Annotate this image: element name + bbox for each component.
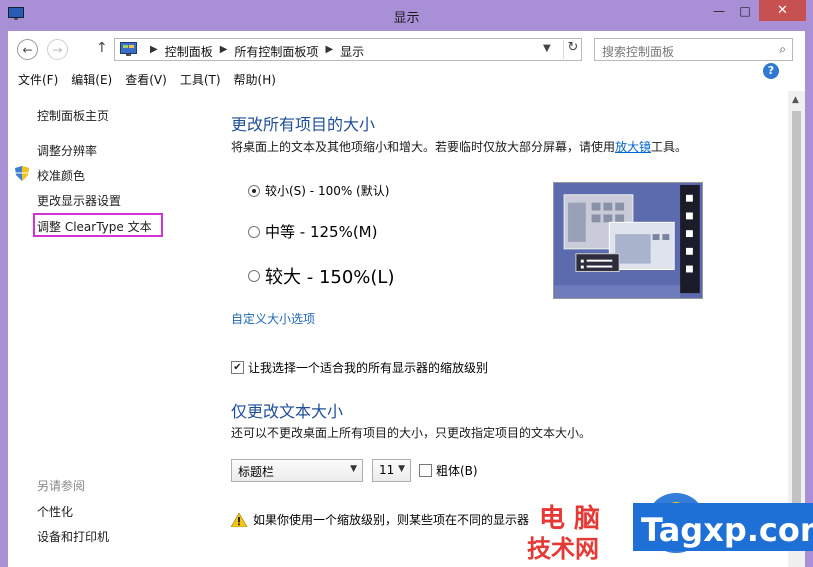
sidebar-link-personalize[interactable]: 个性化 xyxy=(37,503,73,520)
scaling-checkbox-row[interactable]: ✔ 让我选择一个适合我的所有显示器的缩放级别 xyxy=(231,359,488,376)
control-panel-icon xyxy=(120,42,137,56)
font-size-value: 11 xyxy=(379,463,395,477)
item-select[interactable]: 标题栏 ▼ xyxy=(231,459,363,482)
search-placeholder: 搜索控制面板 xyxy=(602,45,675,59)
radio-medium[interactable] xyxy=(248,225,260,238)
sidebar-link-devices[interactable]: 设备和打印机 xyxy=(37,528,109,545)
scroll-up-icon[interactable]: ▲ xyxy=(792,95,799,105)
chevron-right-icon: ▶ xyxy=(150,44,158,55)
minimize-button[interactable]: — xyxy=(706,0,732,21)
warning-text: 如果你使用一个缩放级别，则某些项在不同的显示器 xyxy=(253,513,530,527)
window: 显示 — □ ✕ ← → ↑ ▶ 控制面板 ▶ 所有控制面板项 ▶ 显示 ▼ ↻… xyxy=(0,0,813,567)
menu-view[interactable]: 查看(V) xyxy=(125,71,167,88)
breadcrumb: ▶ 控制面板 ▶ 所有控制面板项 ▶ 显示 xyxy=(143,43,364,60)
chevron-right-icon[interactable]: ▶ xyxy=(220,44,228,61)
bold-checkbox-label: 粗体(B) xyxy=(436,464,478,478)
see-also-label: 另请参阅 xyxy=(37,479,86,493)
watermark-logo: 电 脑 技术网 Tagxp.com xyxy=(527,493,813,563)
title-bar[interactable]: 显示 — □ ✕ xyxy=(0,0,813,31)
bold-checkbox[interactable] xyxy=(419,464,432,477)
menu-file[interactable]: 文件(F) xyxy=(18,71,58,88)
page-title: 更改所有项目的大小 xyxy=(231,115,376,134)
address-bar[interactable]: ▶ 控制面板 ▶ 所有控制面板项 ▶ 显示 ▼ ↻ xyxy=(114,38,582,61)
section-title-text-size: 仅更改文本大小 xyxy=(231,402,344,421)
sidebar-link-cleartype[interactable]: 调整 ClearType 文本 xyxy=(37,218,152,235)
back-button[interactable]: ← xyxy=(17,39,38,60)
option-medium[interactable]: 中等 - 125%(M) xyxy=(248,221,377,242)
sidebar-link-calibrate[interactable]: 校准颜色 xyxy=(37,167,85,184)
option-larger[interactable]: 较大 - 150%(L) xyxy=(248,263,394,289)
window-title: 显示 xyxy=(393,11,420,26)
svg-text:电 脑: 电 脑 xyxy=(539,504,600,534)
menu-help[interactable]: 帮助(H) xyxy=(234,71,276,88)
custom-size-link[interactable]: 自定义大小选项 xyxy=(231,310,315,327)
scaling-checkbox[interactable]: ✔ xyxy=(231,361,244,374)
chevron-down-icon: ▼ xyxy=(398,464,405,474)
shield-icon xyxy=(15,166,29,181)
svg-text:技术网: 技术网 xyxy=(527,535,599,563)
option-smaller[interactable]: 较小(S) - 100% (默认) xyxy=(248,182,389,199)
forward-button[interactable]: → xyxy=(47,39,68,60)
radio-smaller[interactable] xyxy=(248,184,260,197)
chevron-down-icon[interactable]: ▼ xyxy=(543,43,551,54)
magnifier-link[interactable]: 放大镜 xyxy=(615,140,651,154)
description-prefix: 将桌面上的文本及其他项缩小和增大。若要临时仅放大部分屏幕，请使用 xyxy=(231,140,616,154)
scaling-checkbox-label: 让我选择一个适合我的所有显示器的缩放级别 xyxy=(248,361,489,375)
item-select-value: 标题栏 xyxy=(238,465,275,479)
sidebar-link-monitor-settings[interactable]: 更改显示器设置 xyxy=(37,192,121,209)
chevron-right-icon[interactable]: ▶ xyxy=(325,44,333,61)
warning-message: 如果你使用一个缩放级别，则某些项在不同的显示器 xyxy=(231,511,529,528)
search-input[interactable]: 搜索控制面板 ⌕ xyxy=(594,38,793,61)
breadcrumb-all-items[interactable]: 所有控制面板项 xyxy=(234,43,318,60)
size-preview-image xyxy=(553,182,703,299)
search-icon[interactable]: ⌕ xyxy=(779,42,786,57)
left-pane: 控制面板主页 调整分辨率 校准颜色 更改显示器设置 调整 ClearType 文… xyxy=(8,91,204,567)
help-icon[interactable]: ? xyxy=(763,63,779,79)
chevron-down-icon: ▼ xyxy=(350,464,357,474)
navigation-bar: ← → ↑ ▶ 控制面板 ▶ 所有控制面板项 ▶ 显示 ▼ ↻ 搜索控制面板 ⌕ xyxy=(8,31,805,67)
sidebar-link-resolution[interactable]: 调整分辨率 xyxy=(37,142,97,159)
warning-icon xyxy=(231,512,247,527)
radio-larger[interactable] xyxy=(248,270,260,282)
menu-bar: 文件(F) 编辑(E) 查看(V) 工具(T) 帮助(H) xyxy=(8,67,805,91)
option-larger-label: 较大 - 150%(L) xyxy=(265,267,395,288)
bold-checkbox-row[interactable]: 粗体(B) xyxy=(419,462,478,479)
section-description-text-size: 还可以不更改桌面上所有项目的大小，只更改指定项目的文本大小。 xyxy=(231,426,592,440)
sidebar-link-home[interactable]: 控制面板主页 xyxy=(37,107,109,124)
close-button[interactable]: ✕ xyxy=(759,0,806,21)
menu-tools[interactable]: 工具(T) xyxy=(180,71,221,88)
option-medium-label: 中等 - 125%(M) xyxy=(265,223,378,241)
maximize-button[interactable]: □ xyxy=(732,0,758,21)
breadcrumb-control-panel[interactable]: 控制面板 xyxy=(165,43,213,60)
svg-text:Tagxp.com: Tagxp.com xyxy=(641,511,813,549)
refresh-icon[interactable]: ↻ xyxy=(563,40,582,59)
page-description: 将桌面上的文本及其他项缩小和增大。若要临时仅放大部分屏幕，请使用放大镜工具。 xyxy=(231,138,687,155)
up-button[interactable]: ↑ xyxy=(96,40,108,56)
description-suffix: 工具。 xyxy=(651,140,688,154)
menu-edit[interactable]: 编辑(E) xyxy=(71,71,112,88)
option-smaller-label: 较小(S) - 100% (默认) xyxy=(265,184,390,198)
font-size-select[interactable]: 11 ▼ xyxy=(372,459,411,482)
breadcrumb-display[interactable]: 显示 xyxy=(340,43,364,60)
